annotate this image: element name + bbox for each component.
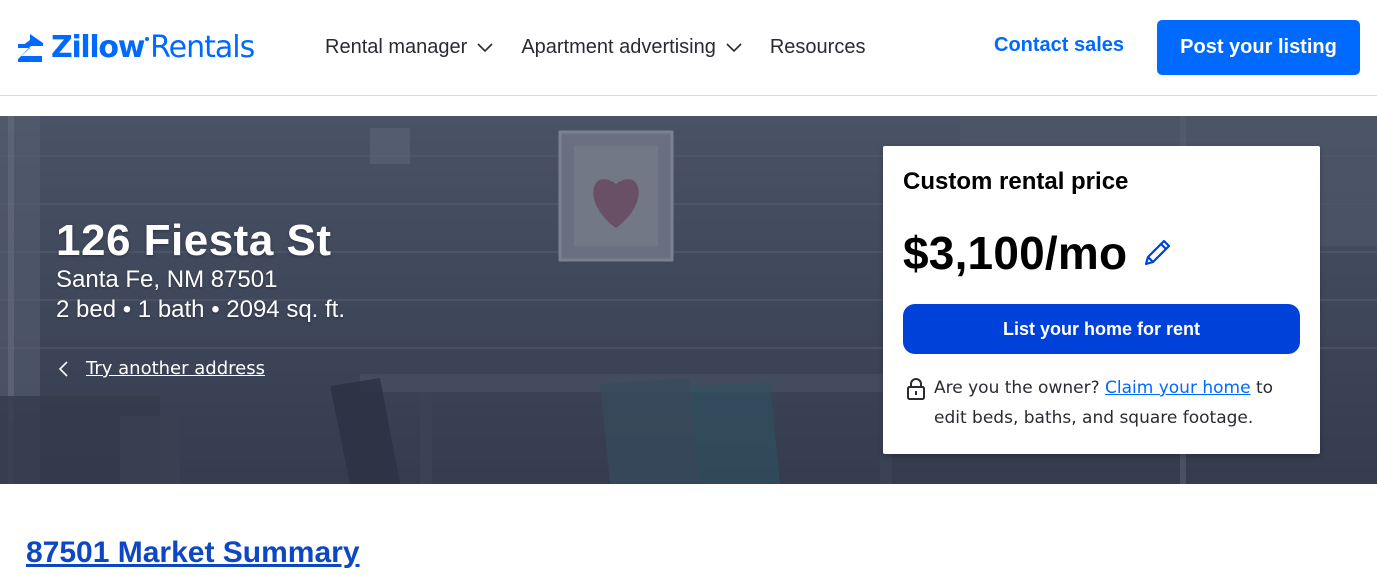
nav-rental-manager-label: Rental manager xyxy=(325,35,468,58)
nav-apartment-advertising[interactable]: Apartment advertising xyxy=(521,36,743,59)
claim-your-home-link[interactable]: Claim your home xyxy=(1105,378,1251,398)
card-title: Custom rental price xyxy=(903,168,1129,195)
rental-price: $3,100/mo xyxy=(903,227,1128,279)
site-header: Zillow Rentals Rental manager Apartment … xyxy=(0,0,1377,96)
property-specs: 2 bed • 1 bath • 2094 sq. ft. xyxy=(56,296,346,323)
zillow-z-icon xyxy=(18,34,43,62)
logo-brand-regular: Rentals xyxy=(150,30,255,65)
nav-resources-label: Resources xyxy=(769,35,866,58)
property-address: 126 Fiesta St xyxy=(56,216,332,265)
logo-dot xyxy=(145,37,150,41)
try-another-address-link[interactable]: Try another address xyxy=(56,358,265,379)
rental-price-card: Custom rental price $3,100/mo List your … xyxy=(883,146,1320,454)
chevron-down-icon xyxy=(477,43,493,53)
list-home-for-rent-button[interactable]: List your home for rent xyxy=(903,304,1300,354)
nav-resources[interactable]: Resources xyxy=(770,36,866,59)
try-another-address-label: Try another address xyxy=(86,358,265,379)
main-nav: Rental manager Apartment advertising Res… xyxy=(325,33,892,61)
contact-sales-link[interactable]: Contact sales xyxy=(994,34,1124,57)
pencil-icon[interactable] xyxy=(1139,235,1175,271)
owner-claim-row: Are you the owner? Claim your home to ed… xyxy=(905,376,1305,433)
lock-icon xyxy=(907,378,925,400)
owner-prompt: Are you the owner? xyxy=(934,378,1100,398)
market-summary-link[interactable]: 87501 Market Summary xyxy=(26,536,360,570)
nav-rental-manager[interactable]: Rental manager xyxy=(325,36,494,59)
owner-claim-text: Are you the owner? Claim your home to ed… xyxy=(934,373,1305,433)
property-city-state-zip: Santa Fe, NM 87501 xyxy=(56,266,278,293)
nav-apartment-advertising-label: Apartment advertising xyxy=(521,35,716,58)
price-row: $3,100/mo xyxy=(903,226,1175,280)
zillow-rentals-logo[interactable]: Zillow Rentals xyxy=(15,28,255,68)
logo-brand-bold: Zillow xyxy=(51,30,145,65)
chevron-down-icon xyxy=(726,43,742,53)
post-listing-button[interactable]: Post your listing xyxy=(1157,20,1360,75)
chevron-left-icon xyxy=(58,360,68,377)
